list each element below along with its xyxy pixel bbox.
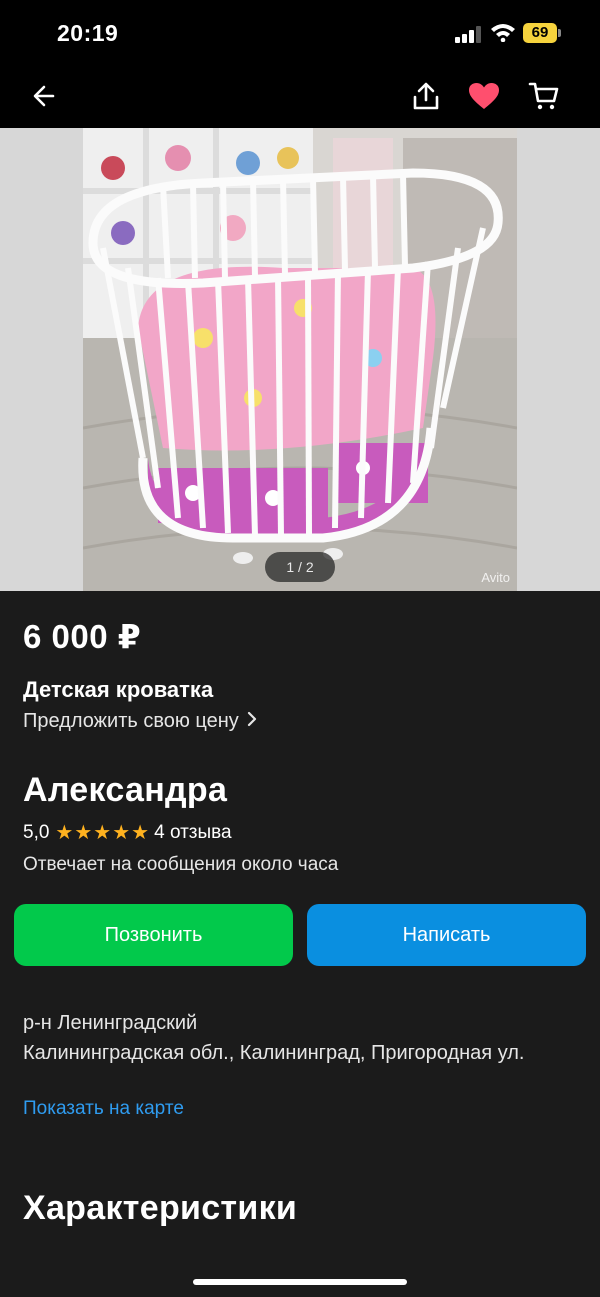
star-icon: ★ bbox=[93, 822, 112, 844]
seller-reply-time: Отвечает на сообщения около часа bbox=[23, 854, 339, 875]
star-icon: ★ bbox=[74, 822, 93, 844]
address-block: р-н Ленинградский Калининградская обл., … bbox=[23, 1008, 583, 1068]
section-title: Характеристики bbox=[23, 1189, 298, 1227]
message-button[interactable]: Написать bbox=[307, 904, 586, 966]
cellular-signal-icon bbox=[455, 26, 483, 43]
offer-price-link[interactable]: Предложить свою цену bbox=[23, 710, 257, 733]
share-icon[interactable] bbox=[408, 78, 444, 114]
star-icon: ★ bbox=[55, 822, 74, 844]
avito-watermark: Avito bbox=[481, 570, 510, 585]
seller-rating[interactable]: 5,0 ★ ★ ★ ★ ★ 4 отзыва bbox=[23, 822, 232, 844]
wifi-icon bbox=[490, 22, 516, 43]
address-line: Калининградская обл., Калининград, Приго… bbox=[23, 1042, 525, 1064]
star-icon: ★ bbox=[131, 822, 150, 844]
product-photo[interactable] bbox=[83, 128, 517, 591]
rating-value: 5,0 bbox=[23, 822, 50, 843]
rating-stars: ★ ★ ★ ★ ★ bbox=[55, 823, 149, 843]
home-indicator[interactable] bbox=[193, 1279, 407, 1285]
district: р-н Ленинградский bbox=[23, 1012, 198, 1034]
heart-icon[interactable] bbox=[466, 78, 502, 114]
call-button[interactable]: Позвонить bbox=[14, 904, 293, 966]
status-bar: 20:19 69 bbox=[0, 0, 600, 64]
listing-title: Детская кроватка bbox=[23, 677, 214, 702]
price: 6 000 ₽ bbox=[23, 618, 142, 655]
photo-counter: 1 / 2 bbox=[265, 552, 335, 582]
nav-bar bbox=[0, 64, 600, 128]
reviews-count: 4 отзыва bbox=[154, 822, 232, 843]
battery-tip bbox=[558, 29, 561, 37]
chevron-right-icon bbox=[247, 710, 257, 733]
cart-icon[interactable] bbox=[526, 78, 562, 114]
status-time: 20:19 bbox=[57, 20, 119, 46]
listing-details: 6 000 ₽ Детская кроватка Предложить свою… bbox=[0, 591, 600, 1297]
seller-name[interactable]: Александра bbox=[23, 771, 227, 810]
star-icon: ★ bbox=[112, 822, 131, 844]
offer-price-label: Предложить свою цену bbox=[23, 710, 239, 732]
battery-icon: 69 bbox=[523, 23, 557, 43]
show-on-map-link[interactable]: Показать на карте bbox=[23, 1098, 184, 1120]
photo-gallery[interactable]: 1 / 2 Avito bbox=[0, 128, 600, 591]
back-arrow-icon[interactable] bbox=[26, 78, 62, 114]
